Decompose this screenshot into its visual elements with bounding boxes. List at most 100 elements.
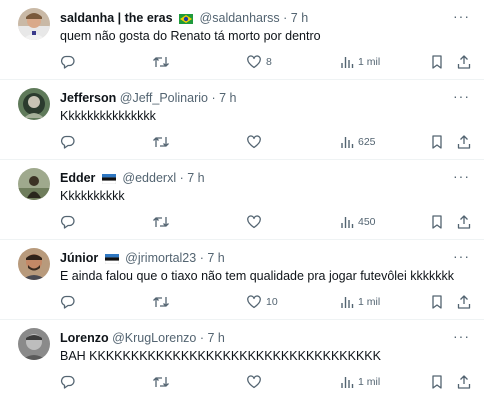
separator: · [199,331,205,345]
reply-icon [60,54,76,70]
like-count: 10 [266,296,278,308]
reply-icon [60,214,76,230]
tweet-header: saldanha | the eras @saldanharss · 7 h [60,10,308,28]
timestamp[interactable]: 7 h [291,11,308,25]
share-button[interactable] [456,53,472,71]
bookmark-icon [430,134,444,150]
views-button[interactable]: 450 [340,213,376,231]
retweet-icon [152,374,170,390]
like-icon [246,214,262,230]
reply-icon [60,134,76,150]
bookmark-button[interactable] [430,213,444,231]
share-icon [456,294,472,310]
tweet-header: Jefferson @Jeff_Polinario · 7 h [60,90,237,106]
bookmark-icon [430,374,444,390]
separator: · [199,251,204,265]
views-button[interactable]: 1 mil [340,53,380,71]
more-icon[interactable]: ··· [453,329,470,343]
like-button[interactable]: 8 [246,53,272,71]
timestamp[interactable]: 7 h [208,331,225,345]
share-button[interactable] [456,133,472,151]
share-button[interactable] [456,213,472,231]
bookmark-button[interactable] [430,53,444,71]
views-count: 450 [358,216,376,228]
like-button[interactable] [246,373,266,391]
tweet-text: E ainda falou que o tiaxo não tem qualid… [60,269,454,283]
tweet[interactable]: saldanha | the eras @saldanharss · 7 h ·… [0,0,484,80]
tweet-header: Lorenzo @KrugLorenzo · 7 h [60,330,225,346]
timestamp[interactable]: 7 h [207,251,224,265]
retweet-icon [152,134,170,150]
retweet-button[interactable] [152,213,170,231]
retweet-icon [152,54,170,70]
timestamp[interactable]: 7 h [187,171,204,185]
avatar[interactable] [18,88,50,120]
reply-button[interactable] [60,213,76,231]
display-name[interactable]: Jefferson [60,91,116,105]
reply-button[interactable] [60,293,76,311]
views-icon [340,134,354,150]
retweet-button[interactable] [152,133,170,151]
more-icon[interactable]: ··· [453,249,470,263]
reply-icon [60,374,76,390]
display-name[interactable]: Júnior [60,251,98,265]
tweet-text: Kkkkkkkkkk [60,189,125,203]
display-name[interactable]: Lorenzo [60,331,109,345]
views-icon [340,214,354,230]
views-button[interactable]: 625 [340,133,376,151]
reply-button[interactable] [60,53,76,71]
tweet[interactable]: Jefferson @Jeff_Polinario · 7 h ··· Kkkk… [0,80,484,160]
reply-button[interactable] [60,373,76,391]
display-name[interactable]: Edder [60,171,95,185]
handle[interactable]: @KrugLorenzo [112,331,196,345]
like-icon [246,54,262,70]
action-bar: 450 [60,213,472,231]
views-count: 1 mil [358,56,381,68]
retweet-button[interactable] [152,373,170,391]
bookmark-button[interactable] [430,293,444,311]
retweet-button[interactable] [152,293,170,311]
display-name[interactable]: saldanha | the eras [60,11,173,25]
views-button[interactable]: 1 mil [340,293,380,311]
action-bar: 8 1 mil [60,53,472,71]
avatar[interactable] [18,168,50,200]
bookmark-button[interactable] [430,133,444,151]
views-icon [340,294,354,310]
retweet-button[interactable] [152,53,170,71]
avatar[interactable] [18,8,50,40]
retweet-icon [152,214,170,230]
action-bar: 10 1 mil [60,293,472,311]
share-icon [456,134,472,150]
gremio-flag-icon [101,172,117,188]
views-count: 1 mil [358,296,381,308]
avatar[interactable] [18,328,50,360]
handle[interactable]: @edderxl [122,171,176,185]
share-button[interactable] [456,373,472,391]
more-icon[interactable]: ··· [453,9,470,23]
like-button[interactable]: 10 [246,293,278,311]
tweet-header: Edder @edderxl · 7 h [60,170,205,188]
retweet-icon [152,294,170,310]
more-icon[interactable]: ··· [453,169,470,183]
bookmark-icon [430,214,444,230]
like-button[interactable] [246,213,266,231]
timestamp[interactable]: 7 h [219,91,236,105]
like-button[interactable] [246,133,266,151]
tweet[interactable]: Lorenzo @KrugLorenzo · 7 h ··· BAH KKKKK… [0,320,484,400]
action-bar: 625 [60,133,472,151]
bookmark-icon [430,54,444,70]
bookmark-button[interactable] [430,373,444,391]
handle[interactable]: @jrimortal23 [125,251,196,265]
tweet[interactable]: Edder @edderxl · 7 h ··· Kkkkkkkkkk 450 [0,160,484,240]
share-button[interactable] [456,293,472,311]
reply-button[interactable] [60,133,76,151]
avatar[interactable] [18,248,50,280]
handle[interactable]: @saldanharss [200,11,280,25]
reply-feed: saldanha | the eras @saldanharss · 7 h ·… [0,0,484,400]
separator: · [211,91,216,105]
views-icon [340,374,354,390]
handle[interactable]: @Jeff_Polinario [120,91,208,105]
more-icon[interactable]: ··· [453,89,470,103]
views-button[interactable]: 1 mil [340,373,380,391]
tweet[interactable]: Júnior @jrimortal23 · 7 h ··· E ainda fa… [0,240,484,320]
